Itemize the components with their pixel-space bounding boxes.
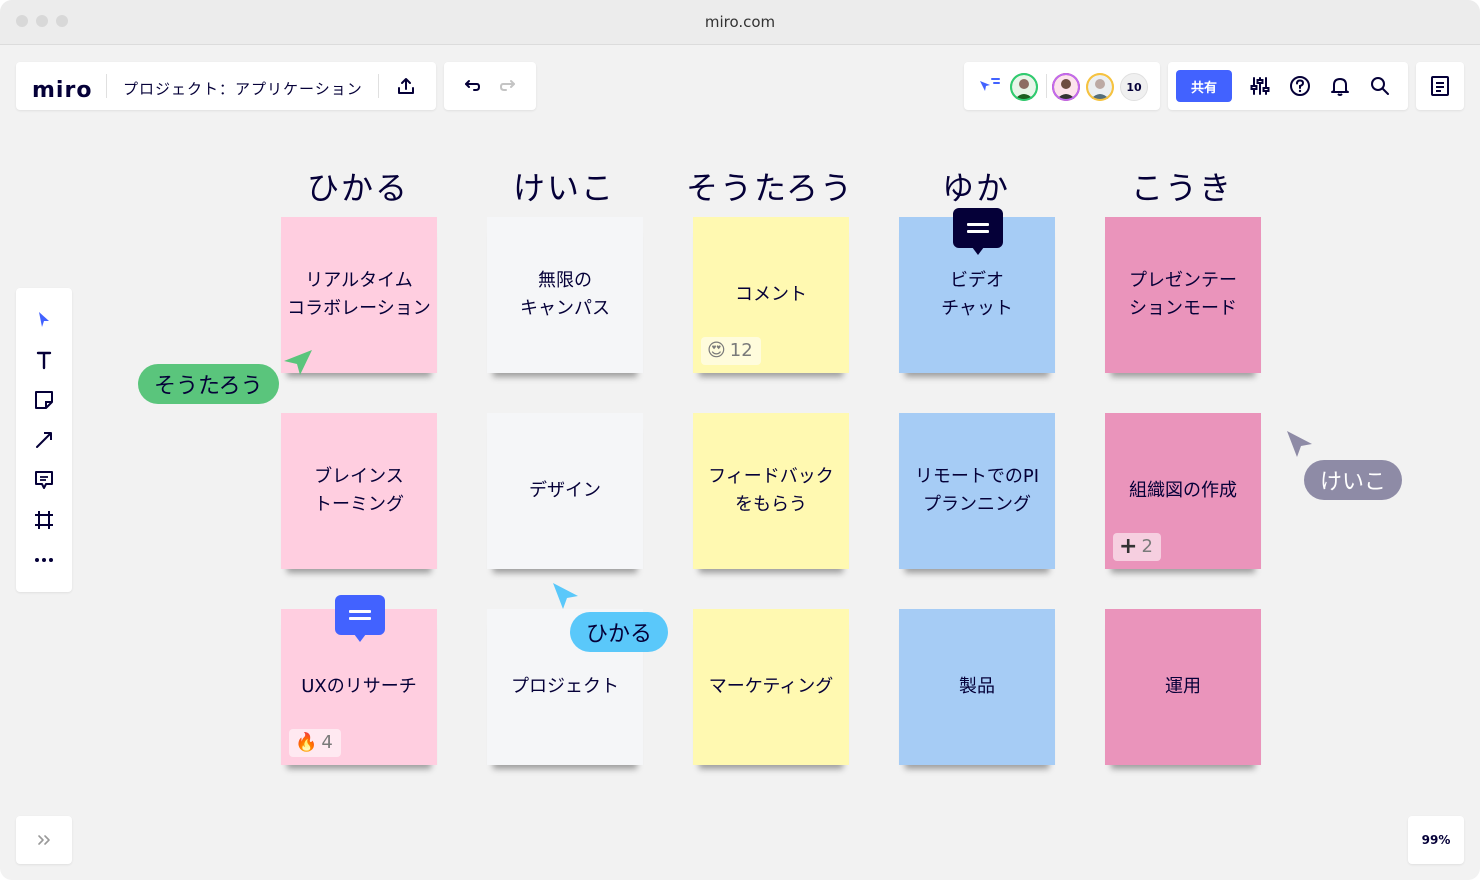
search-icon[interactable] xyxy=(1368,74,1392,98)
export-icon[interactable] xyxy=(394,74,418,98)
column-header: ゆか xyxy=(941,169,1010,207)
cursor-name-label: けいこ xyxy=(1304,460,1403,500)
board-header-panel: miro プロジェクト：アプリケーション xyxy=(16,62,436,110)
column-header: けいこ xyxy=(512,169,615,207)
sticky-note-text: デザイン xyxy=(529,480,601,501)
sticky-note[interactable]: フィードバック をもらう xyxy=(693,413,849,569)
sticky-note-text: ブレインス トーミング xyxy=(314,466,404,515)
left-toolbar xyxy=(16,288,72,592)
comment-marker-tail xyxy=(972,247,984,255)
help-icon[interactable] xyxy=(1288,74,1312,98)
follow-cursor-icon[interactable] xyxy=(976,74,1002,98)
sticky-note-text: プロジェクト xyxy=(511,676,619,697)
sticky-note[interactable]: 運用 xyxy=(1105,609,1261,765)
frame-tool[interactable] xyxy=(16,502,72,538)
expand-panel-button[interactable] xyxy=(16,816,72,864)
zoom-control[interactable]: 99% xyxy=(1408,816,1464,864)
sticky-note-text: マーケティング xyxy=(708,676,834,697)
cursor-arrow-icon xyxy=(1284,428,1314,460)
avatar[interactable] xyxy=(1052,73,1080,101)
sticky-note-text: プレゼンテー ションモード xyxy=(1129,270,1237,319)
divider xyxy=(106,74,107,98)
comment-marker[interactable] xyxy=(335,595,385,642)
address-bar-url[interactable]: miro.com xyxy=(0,13,1480,31)
zoom-level: 99% xyxy=(1421,833,1451,847)
miro-logo[interactable]: miro xyxy=(32,78,92,103)
divider xyxy=(1046,74,1047,98)
share-tools-panel: 共有 xyxy=(1168,62,1408,110)
more-tools-icon[interactable] xyxy=(16,542,72,578)
notifications-bell-icon[interactable] xyxy=(1328,74,1352,98)
heart-eyes-emoji-icon: 😍 xyxy=(707,340,726,361)
reaction-badge[interactable]: +2 xyxy=(1113,533,1161,561)
reaction-badge[interactable]: 🔥 4 xyxy=(289,729,341,757)
divider xyxy=(378,74,379,98)
avatar[interactable] xyxy=(1086,73,1114,101)
sticky-note-text: 無限の キャンパス xyxy=(520,270,610,319)
plus-icon: + xyxy=(1119,534,1138,559)
sticky-note[interactable]: リモートでのPI プランニング xyxy=(899,413,1055,569)
sticky-note-text: ビデオ チャット xyxy=(941,270,1013,319)
sticky-note[interactable]: デザイン xyxy=(487,413,643,569)
reaction-count: 12 xyxy=(729,340,753,361)
reaction-count: 4 xyxy=(321,732,333,753)
column-header: ひかる xyxy=(306,169,409,207)
sticky-note-text: 組織図の作成 xyxy=(1129,480,1237,501)
collaborators-panel: 10 xyxy=(964,62,1160,110)
select-tool[interactable] xyxy=(16,302,72,338)
browser-titlebar: miro.com xyxy=(0,0,1480,45)
share-button[interactable]: 共有 xyxy=(1176,70,1232,102)
double-chevron-right-icon xyxy=(32,828,56,852)
board-notes-button[interactable] xyxy=(1416,62,1464,110)
sticky-note-text: 運用 xyxy=(1165,676,1201,697)
board-title[interactable]: プロジェクト：アプリケーション xyxy=(123,78,363,99)
undo-icon[interactable] xyxy=(460,74,484,98)
fire-emoji-icon: 🔥 xyxy=(295,732,318,753)
cursor-name-label: そうたろう xyxy=(138,364,279,404)
reaction-badge[interactable]: 😍 12 xyxy=(701,337,761,365)
cursor-arrow-icon xyxy=(280,347,314,377)
sticky-note-text: UXのリサーチ xyxy=(301,676,417,697)
comment-marker-tail xyxy=(354,634,366,642)
sticky-note-text: コメント xyxy=(735,284,807,305)
sticky-note[interactable]: 無限の キャンパス xyxy=(487,217,643,373)
sticky-note[interactable]: 製品 xyxy=(899,609,1055,765)
avatar[interactable] xyxy=(1010,73,1038,101)
connection-line-tool[interactable] xyxy=(16,422,72,458)
column-header: そうたろう xyxy=(685,169,855,207)
sticky-note[interactable]: コメント 😍 12 xyxy=(693,217,849,373)
participants-count[interactable]: 10 xyxy=(1120,73,1148,101)
sticky-note[interactable]: ブレインス トーミング xyxy=(281,413,437,569)
sticky-note-tool[interactable] xyxy=(16,382,72,418)
notes-list-icon xyxy=(1428,74,1452,98)
sticky-note-text: フィードバック をもらう xyxy=(708,466,834,515)
app-window: miro.com miro プロジェクト：アプリケーション 10 共有 ひかる … xyxy=(0,0,1480,880)
redo-icon[interactable] xyxy=(496,74,520,98)
cursor-name-label: ひかる xyxy=(570,612,669,652)
sticky-note-text: リアルタイム コラボレーション xyxy=(287,270,431,319)
sticky-note[interactable]: 組織図の作成 +2 xyxy=(1105,413,1261,569)
sticky-note-text: リモートでのPI プランニング xyxy=(914,466,1040,515)
comment-marker[interactable] xyxy=(953,208,1003,255)
sticky-note-text: 製品 xyxy=(959,676,995,697)
sticky-note[interactable]: プレゼンテー ションモード xyxy=(1105,217,1261,373)
comment-tool[interactable] xyxy=(16,462,72,498)
sticky-note[interactable]: マーケティング xyxy=(693,609,849,765)
reaction-count: 2 xyxy=(1141,536,1153,557)
text-tool[interactable] xyxy=(16,342,72,378)
undo-redo-panel xyxy=(444,62,536,110)
column-header: こうき xyxy=(1130,169,1233,207)
cursor-arrow-icon xyxy=(550,580,580,612)
settings-sliders-icon[interactable] xyxy=(1248,74,1272,98)
